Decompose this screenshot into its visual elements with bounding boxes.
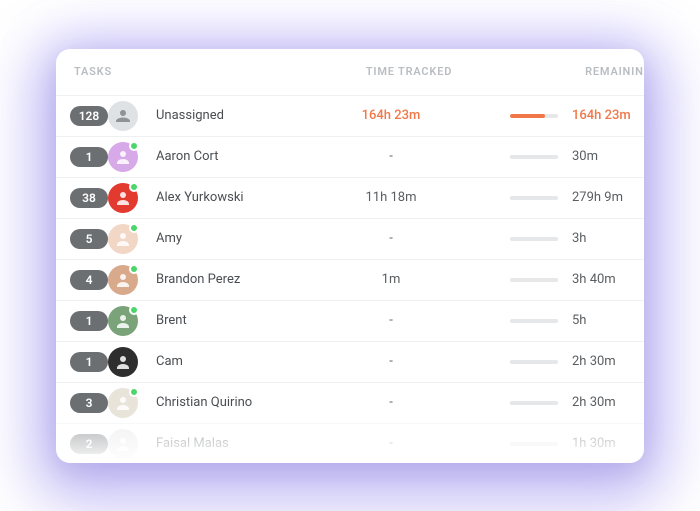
online-status-dot <box>129 305 139 315</box>
table-row[interactable]: 1 Brent- 5h <box>56 300 644 341</box>
remaining-value: 30m <box>572 149 634 164</box>
task-count-badge: 38 <box>70 188 108 208</box>
time-tracked-value: - <box>306 436 476 451</box>
remaining-cell: 30m <box>476 149 644 164</box>
assignee-name: Aaron Cort <box>150 149 306 164</box>
progress-bar <box>510 442 558 446</box>
task-count-badge: 4 <box>70 270 108 290</box>
avatar[interactable] <box>108 265 138 295</box>
assignee-name: Cam <box>150 354 306 369</box>
assignee-name: Faisal Malas <box>150 436 306 451</box>
table-row[interactable]: 5 Amy- 3h <box>56 218 644 259</box>
progress-bar <box>510 319 558 323</box>
time-tracked-value: 1m <box>306 272 476 287</box>
task-count-badge: 1 <box>70 311 108 331</box>
time-tracked-value: 11h 18m <box>306 190 476 205</box>
progress-bar <box>510 278 558 282</box>
progress-bar <box>510 196 558 200</box>
remaining-value: 1h 30m <box>572 436 634 451</box>
remaining-cell: 3h <box>476 231 644 246</box>
remaining-cell: 2h 30m <box>476 395 644 410</box>
progress-bar <box>510 155 558 159</box>
online-status-dot <box>129 387 139 397</box>
task-count-badge: 5 <box>70 229 108 249</box>
remaining-value: 3h 40m <box>572 272 634 287</box>
online-status-dot <box>129 264 139 274</box>
progress-bar <box>510 114 558 118</box>
remaining-value: 5h <box>572 313 634 328</box>
avatar[interactable] <box>108 101 138 131</box>
task-count-badge: 128 <box>70 106 108 126</box>
task-count-badge: 1 <box>70 352 108 372</box>
remaining-cell: 2h 30m <box>476 354 644 369</box>
avatar[interactable] <box>108 347 138 377</box>
remaining-value: 2h 30m <box>572 354 634 369</box>
person-icon <box>108 347 138 377</box>
header-remaining: REMAINING <box>494 65 644 78</box>
time-tracked-value: 164h 23m <box>306 108 476 123</box>
avatar[interactable] <box>108 142 138 172</box>
workload-card: TASKS TIME TRACKED REMAINING 128 Unassign… <box>56 49 644 463</box>
avatar[interactable] <box>108 224 138 254</box>
remaining-value: 2h 30m <box>572 395 634 410</box>
remaining-cell: 279h 9m <box>476 190 644 205</box>
header-time-tracked: TIME TRACKED <box>324 65 494 78</box>
table-row[interactable]: 128Unassigned164h 23m164h 23m <box>56 95 644 136</box>
remaining-value: 164h 23m <box>572 108 634 123</box>
assignee-name: Brandon Perez <box>150 272 306 287</box>
online-status-dot <box>129 182 139 192</box>
table-row[interactable]: 4 Brandon Perez1m 3h 40m <box>56 259 644 300</box>
time-tracked-value: - <box>306 231 476 246</box>
table-body: 128Unassigned164h 23m164h 23m1Aaron Cort… <box>56 95 644 463</box>
assignee-name: Alex Yurkowski <box>150 190 306 205</box>
progress-bar-fill <box>510 114 545 118</box>
task-count-badge: 1 <box>70 147 108 167</box>
task-count-badge: 3 <box>70 393 108 413</box>
table-row[interactable]: 38 Alex Yurkowski11h 18m 279h 9m <box>56 177 644 218</box>
person-icon <box>108 429 138 459</box>
online-status-dot <box>129 141 139 151</box>
remaining-cell: 3h 40m <box>476 272 644 287</box>
time-tracked-value: - <box>306 354 476 369</box>
remaining-cell: 5h <box>476 313 644 328</box>
time-tracked-value: - <box>306 395 476 410</box>
progress-bar <box>510 360 558 364</box>
assignee-name: Amy <box>150 231 306 246</box>
online-status-dot <box>129 223 139 233</box>
assignee-name: Unassigned <box>150 108 306 123</box>
remaining-cell: 164h 23m <box>476 108 644 123</box>
time-tracked-value: - <box>306 149 476 164</box>
progress-bar <box>510 237 558 241</box>
assignee-name: Christian Quirino <box>150 395 306 410</box>
table-row[interactable]: 2 Faisal Malas- 1h 30m <box>56 423 644 463</box>
assignee-name: Brent <box>150 313 306 328</box>
remaining-value: 279h 9m <box>572 190 634 205</box>
avatar[interactable] <box>108 183 138 213</box>
avatar[interactable] <box>108 429 138 459</box>
table-row[interactable]: 3 Christian Quirino- 2h 30m <box>56 382 644 423</box>
progress-bar <box>510 401 558 405</box>
avatar[interactable] <box>108 306 138 336</box>
table-row[interactable]: 1 Cam- 2h 30m <box>56 341 644 382</box>
remaining-cell: 1h 30m <box>476 436 644 451</box>
table-row[interactable]: 1 Aaron Cort- 30m <box>56 136 644 177</box>
remaining-value: 3h <box>572 231 634 246</box>
time-tracked-value: - <box>306 313 476 328</box>
group-icon <box>108 101 138 131</box>
avatar[interactable] <box>108 388 138 418</box>
table-header: TASKS TIME TRACKED REMAINING <box>56 49 644 95</box>
task-count-badge: 2 <box>70 434 108 454</box>
header-tasks: TASKS <box>74 65 324 78</box>
